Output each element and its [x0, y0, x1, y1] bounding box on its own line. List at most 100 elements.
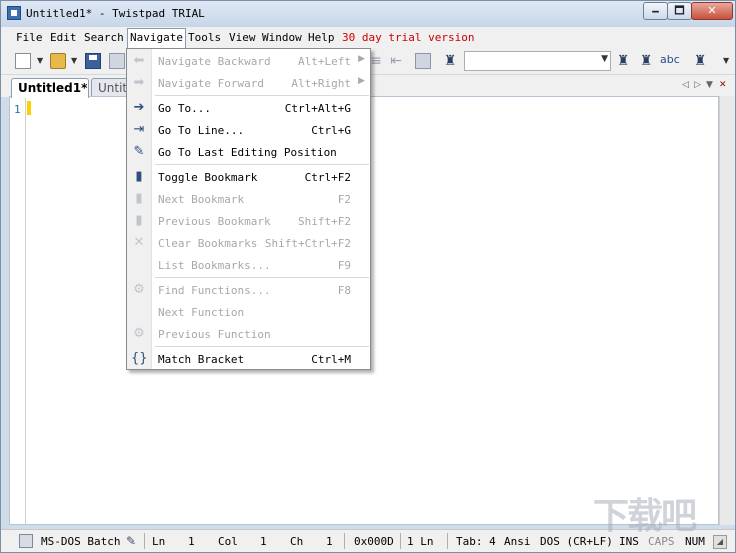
watermark-logo: 下载吧: [593, 496, 697, 537]
save-icon[interactable]: [85, 53, 101, 69]
menu-edit[interactable]: Edit: [48, 30, 79, 45]
binoculars-icon[interactable]: ♜: [691, 53, 709, 69]
tab-untitled[interactable]: Untitled: [91, 78, 131, 98]
status-separator: [400, 533, 401, 549]
menu-item-go-to-line[interactable]: ⇥ Go To Line... Ctrl+G: [127, 119, 370, 141]
open-folder-icon[interactable]: [50, 53, 66, 69]
menu-item-shortcut: F9: [337, 259, 351, 272]
status-col-label: Col: [218, 535, 238, 548]
outdent-icon[interactable]: ⇤: [387, 53, 405, 69]
window-title: Untitled1* - Twistpad TRIAL: [26, 7, 205, 20]
menu-item-shortcut: F8: [337, 284, 351, 297]
menu-item-shortcut: Ctrl+G: [311, 124, 351, 137]
status-ln-label: Ln: [152, 535, 166, 548]
word-wrap-icon[interactable]: [415, 53, 431, 69]
menu-item-find-functions[interactable]: ⚙ Find Functions... F8: [127, 279, 370, 301]
menu-item-label: Go To...: [158, 102, 211, 115]
menu-item-label: Next Function: [158, 306, 245, 319]
menu-item-label: Previous Function: [158, 328, 271, 341]
menu-item-navigate-forward[interactable]: ➡ Navigate Forward Alt+Right ▶: [127, 72, 370, 94]
close-button[interactable]: ✕: [691, 2, 733, 20]
spellcheck-icon[interactable]: abc: [660, 53, 680, 66]
menu-item-label: Match Bracket: [158, 353, 245, 366]
menu-separator: [155, 346, 369, 347]
menu-item-label: Clear Bookmarks: [158, 237, 258, 250]
menu-item-shortcut: Shift+F2: [298, 215, 351, 228]
title-bar[interactable]: Untitled1* - Twistpad TRIAL 🗕 🗖 ✕: [1, 1, 735, 27]
status-ln-value: 1: [188, 535, 195, 548]
new-file-icon[interactable]: [15, 53, 31, 69]
menu-item-clear-bookmarks[interactable]: ✕ Clear Bookmarks Shift+Ctrl+F2: [127, 232, 370, 254]
tab-list-icon[interactable]: ▼: [706, 80, 713, 90]
menu-item-next-function[interactable]: Next Function: [127, 301, 370, 323]
menu-separator: [155, 95, 369, 96]
status-language[interactable]: MS-DOS Batch: [41, 535, 120, 548]
menu-item-shortcut: Alt+Left: [298, 55, 351, 68]
menu-item-label: Navigate Backward: [158, 55, 271, 68]
status-separator: [344, 533, 345, 549]
clear-bookmarks-icon: ✕: [133, 235, 145, 250]
menu-item-go-to[interactable]: ➔ Go To... Ctrl+Alt+G: [127, 97, 370, 119]
find-next-icon[interactable]: ♜: [614, 53, 632, 69]
tab-untitled1[interactable]: Untitled1*: [11, 78, 89, 98]
file-type-icon[interactable]: [19, 534, 33, 548]
menu-item-label: Next Bookmark: [158, 193, 245, 206]
menu-bar: File Edit Search Navigate Tools View Win…: [1, 27, 735, 48]
goto-arrow-icon: ➔: [133, 100, 145, 115]
minimize-button[interactable]: 🗕: [643, 2, 668, 20]
menu-item-navigate-backward[interactable]: ⬅ Navigate Backward Alt+Left ▶: [127, 50, 370, 72]
menu-item-label: Navigate Forward: [158, 77, 264, 90]
menu-item-match-bracket[interactable]: {} Match Bracket Ctrl+M: [127, 348, 370, 370]
menu-window[interactable]: Window: [260, 30, 304, 45]
menu-view[interactable]: View: [227, 30, 258, 45]
menu-item-go-to-last-edit[interactable]: ✎ Go To Last Editing Position: [127, 141, 370, 163]
menu-item-next-bookmark[interactable]: ▮ Next Bookmark F2: [127, 188, 370, 210]
submenu-arrow-icon: ▶: [358, 54, 365, 64]
line-gutter: 1: [10, 97, 26, 524]
prev-bookmark-icon: ▮: [135, 213, 143, 228]
find-prev-icon[interactable]: ♜: [637, 53, 655, 69]
toolbar-overflow-icon[interactable]: ▼: [723, 56, 729, 65]
chevron-down-icon[interactable]: ▼: [601, 54, 608, 64]
current-line-marker: [27, 101, 31, 115]
menu-item-list-bookmarks[interactable]: List Bookmarks... F9: [127, 254, 370, 276]
menu-search[interactable]: Search: [82, 30, 126, 45]
trial-notice: 30 day trial version: [342, 31, 475, 44]
print-icon[interactable]: [109, 53, 125, 69]
menu-separator: [155, 164, 369, 165]
line-number: 1: [14, 103, 21, 116]
menu-item-label: Find Functions...: [158, 284, 271, 297]
maximize-button[interactable]: 🗖: [667, 2, 692, 20]
tab-scroll-left-icon[interactable]: ◁: [682, 80, 689, 90]
goto-line-icon: ⇥: [133, 122, 145, 137]
search-combo[interactable]: ▼: [464, 51, 611, 71]
menu-file[interactable]: File: [14, 30, 45, 45]
navigate-menu: ⬅ Navigate Backward Alt+Left ▶ ➡ Navigat…: [126, 48, 371, 370]
status-char-code: 0x000D: [354, 535, 394, 548]
find-icon[interactable]: ♜: [441, 53, 459, 69]
app-icon[interactable]: [7, 6, 21, 20]
open-dropdown-icon[interactable]: ▼: [71, 56, 77, 65]
status-separator: [447, 533, 448, 549]
menu-item-previous-bookmark[interactable]: ▮ Previous Bookmark Shift+F2: [127, 210, 370, 232]
status-tab-size[interactable]: Tab: 4: [456, 535, 496, 548]
back-arrow-icon: ⬅: [133, 53, 145, 68]
menu-item-shortcut: Alt+Right: [291, 77, 351, 90]
tab-close-icon[interactable]: ✕: [719, 80, 727, 90]
status-encoding[interactable]: Ansi: [504, 535, 531, 548]
menu-item-label: List Bookmarks...: [158, 259, 271, 272]
menu-item-shortcut: Shift+Ctrl+F2: [264, 237, 351, 250]
menu-item-shortcut: F2: [337, 193, 351, 206]
menu-tools[interactable]: Tools: [186, 30, 223, 45]
menu-separator: [155, 277, 369, 278]
menu-item-toggle-bookmark[interactable]: ▮ Toggle Bookmark Ctrl+F2: [127, 166, 370, 188]
vertical-scrollbar[interactable]: [719, 96, 735, 525]
menu-help[interactable]: Help: [306, 30, 337, 45]
new-dropdown-icon[interactable]: ▼: [37, 56, 43, 65]
tab-scroll-right-icon[interactable]: ▷: [694, 80, 701, 90]
status-ch-value: 1: [326, 535, 333, 548]
status-ch-label: Ch: [290, 535, 304, 548]
menu-navigate[interactable]: Navigate: [127, 28, 186, 48]
menu-item-previous-function[interactable]: ⚙ Previous Function: [127, 323, 370, 345]
resize-grip-icon[interactable]: ◢: [713, 535, 727, 549]
